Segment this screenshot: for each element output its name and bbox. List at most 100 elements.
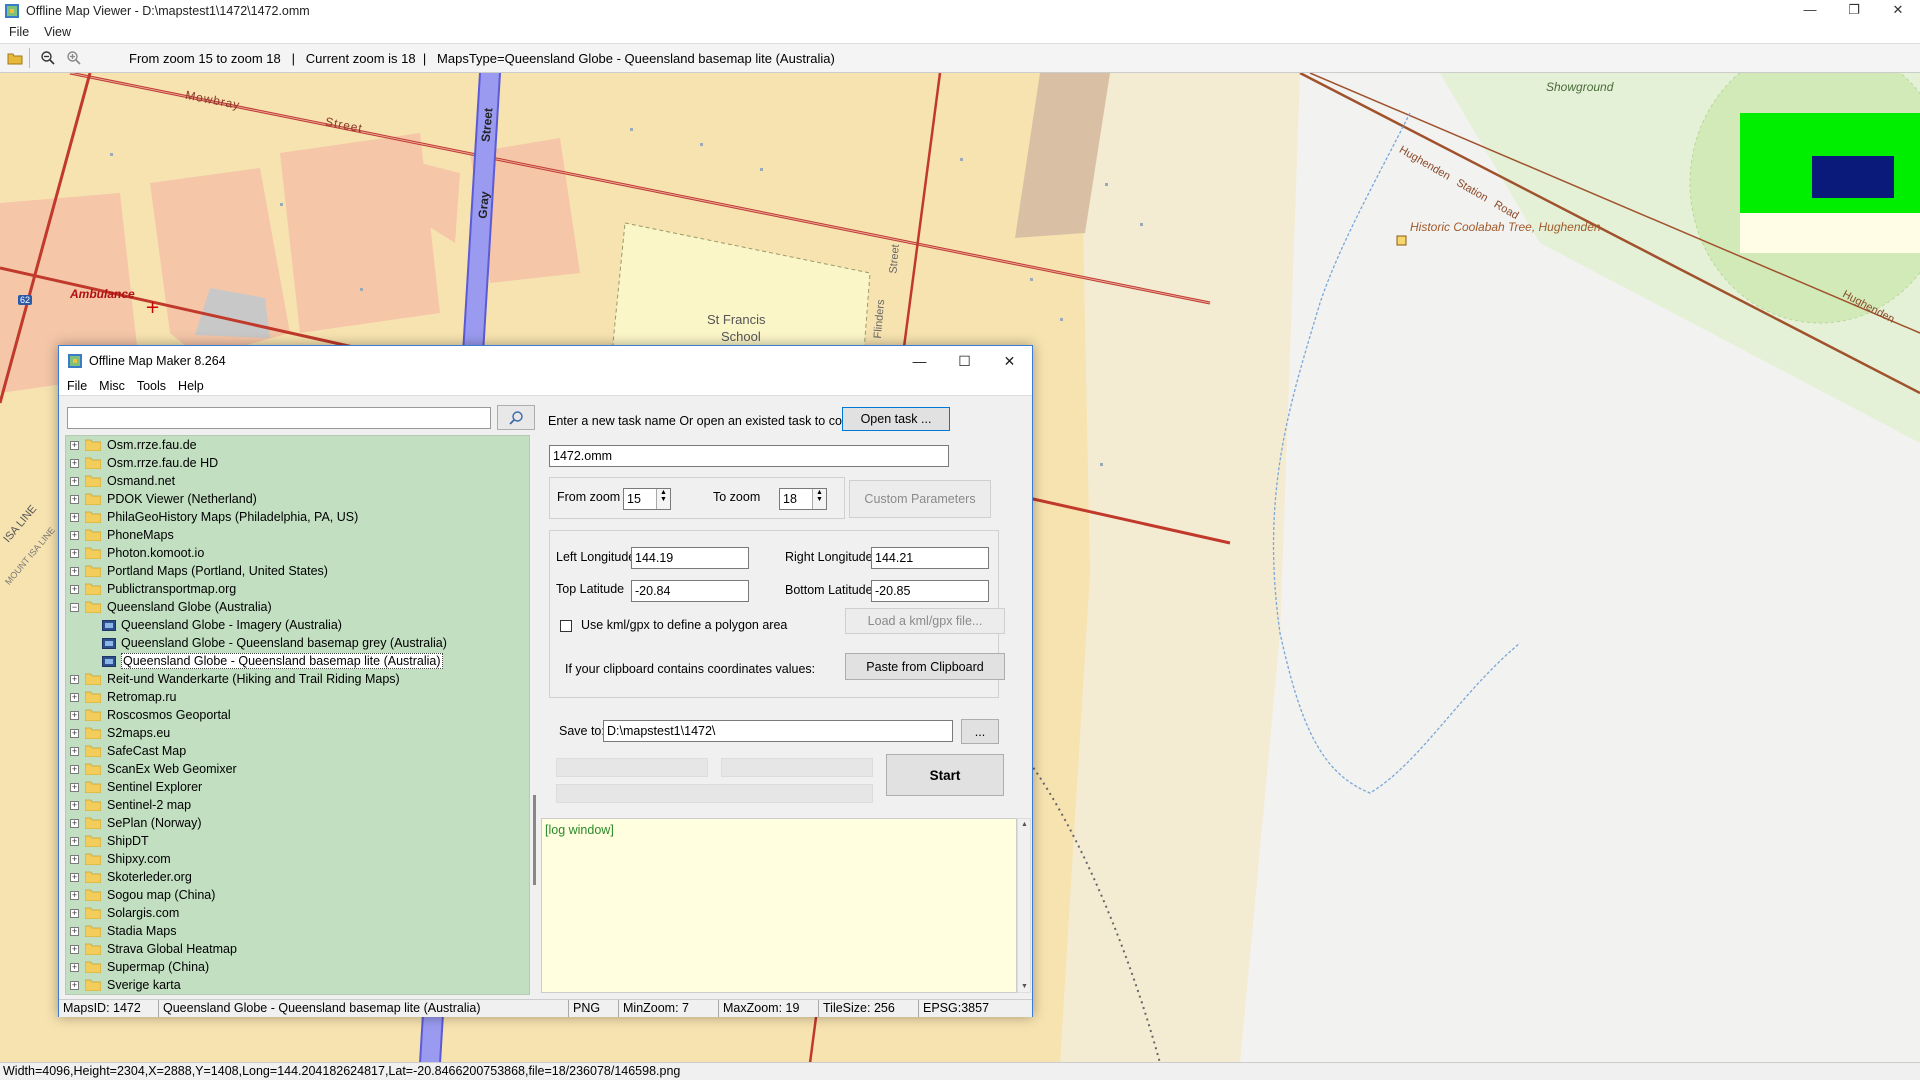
tree-folder-item[interactable]: + Sentinel-2 map — [66, 796, 529, 814]
tree-folder-item[interactable]: + ScanEx Web Geomixer — [66, 760, 529, 778]
from-zoom-spinner[interactable]: 15 ▲ ▼ — [623, 488, 671, 510]
expand-icon[interactable]: + — [70, 494, 79, 504]
expand-icon[interactable]: + — [70, 440, 79, 450]
expand-icon[interactable]: + — [70, 944, 79, 954]
tree-folder-item[interactable]: + Stadia Maps — [66, 922, 529, 940]
menu-file[interactable]: File — [9, 25, 29, 39]
menu-file[interactable]: File — [67, 379, 87, 393]
tree-folder-item[interactable]: + ShipDT — [66, 832, 529, 850]
menu-view[interactable]: View — [44, 25, 71, 39]
tree-scrollbar[interactable] — [532, 435, 538, 995]
spinner-arrows-icon[interactable]: ▲ ▼ — [656, 489, 670, 509]
expand-icon[interactable]: + — [70, 548, 79, 558]
expand-icon[interactable]: + — [70, 458, 79, 468]
tree-folder-item[interactable]: + Retromap.ru — [66, 688, 529, 706]
tree-folder-item[interactable]: + Portland Maps (Portland, United States) — [66, 562, 529, 580]
tree-map-item[interactable]: Queensland Globe - Imagery (Australia) — [66, 616, 529, 634]
map-source-tree[interactable]: + Osm.rrze.fau.de + Osm.rrze.fau.de HD + Osma… — [65, 435, 530, 995]
tree-folder-item[interactable]: + PDOK Viewer (Netherland) — [66, 490, 529, 508]
custom-parameters-button[interactable]: Custom Parameters — [849, 480, 991, 518]
map-label-gray-street-b: Gray — [475, 190, 492, 220]
expand-icon[interactable]: + — [70, 926, 79, 936]
expand-icon[interactable]: + — [70, 872, 79, 882]
expand-icon[interactable]: + — [70, 710, 79, 720]
tree-folder-item[interactable]: + Shipxy.com — [66, 850, 529, 868]
expand-icon[interactable]: + — [70, 962, 79, 972]
expand-icon[interactable]: + — [70, 854, 79, 864]
browse-button[interactable]: ... — [961, 719, 999, 744]
collapse-icon[interactable]: − — [70, 602, 79, 612]
clipboard-label: If your clipboard contains coordinates v… — [565, 662, 816, 676]
log-window[interactable]: [log window] — [541, 818, 1017, 993]
bottom-latitude-input[interactable] — [871, 580, 989, 602]
zoom-out-icon[interactable] — [37, 47, 59, 69]
start-button[interactable]: Start — [886, 754, 1004, 796]
tree-folder-item[interactable]: + PhoneMaps — [66, 526, 529, 544]
tree-map-item[interactable]: Queensland Globe - Queensland basemap li… — [66, 652, 529, 670]
expand-icon[interactable]: + — [70, 800, 79, 810]
expand-icon[interactable]: + — [70, 908, 79, 918]
expand-icon[interactable]: + — [70, 728, 79, 738]
expand-icon[interactable]: + — [70, 818, 79, 828]
tree-folder-item[interactable]: + Sogou map (China) — [66, 886, 529, 904]
expand-icon[interactable]: + — [70, 674, 79, 684]
save-to-input[interactable] — [603, 720, 953, 742]
minimize-icon[interactable]: — — [1788, 0, 1832, 22]
right-longitude-input[interactable] — [871, 547, 989, 569]
tree-folder-item[interactable]: + Supermap (China) — [66, 958, 529, 976]
tree-map-item[interactable]: Queensland Globe - Queensland basemap gr… — [66, 634, 529, 652]
tree-folder-item[interactable]: + Sverige karta — [66, 976, 529, 994]
tree-folder-item[interactable]: + SafeCast Map — [66, 742, 529, 760]
expand-icon[interactable]: + — [70, 584, 79, 594]
tree-folder-item[interactable]: + Photon.komoot.io — [66, 544, 529, 562]
kml-checkbox[interactable] — [560, 620, 572, 632]
expand-icon[interactable]: + — [70, 530, 79, 540]
menu-help[interactable]: Help — [178, 379, 204, 393]
tree-folder-item[interactable]: + PhilaGeoHistory Maps (Philadelphia, PA,… — [66, 508, 529, 526]
restore-icon[interactable]: ❐ — [1832, 0, 1876, 22]
tree-folder-item[interactable]: + Osmand.net — [66, 472, 529, 490]
search-button[interactable] — [497, 405, 535, 430]
tree-folder-item[interactable]: + Sentinel Explorer — [66, 778, 529, 796]
open-task-button[interactable]: Open task ... — [842, 407, 950, 431]
expand-icon[interactable]: + — [70, 692, 79, 702]
expand-icon[interactable]: + — [70, 746, 79, 756]
tree-folder-item[interactable]: + Publictransportmap.org — [66, 580, 529, 598]
zoom-in-icon[interactable] — [63, 47, 85, 69]
tree-folder-item[interactable]: + Osm.rrze.fau.de HD — [66, 454, 529, 472]
tree-folder-item[interactable]: − Queensland Globe (Australia) — [66, 598, 529, 616]
tree-folder-item[interactable]: + Osm.rrze.fau.de — [66, 436, 529, 454]
maximize-icon[interactable]: ☐ — [942, 346, 987, 376]
tree-folder-item[interactable]: + Strava Global Heatmap — [66, 940, 529, 958]
left-longitude-input[interactable] — [631, 547, 749, 569]
load-kml-button[interactable]: Load a kml/gpx file... — [845, 608, 1005, 634]
tree-folder-item[interactable]: + SePlan (Norway) — [66, 814, 529, 832]
tree-folder-item[interactable]: + Skoterleder.org — [66, 868, 529, 886]
expand-icon[interactable]: + — [70, 782, 79, 792]
to-zoom-spinner[interactable]: 18 ▲ ▼ — [779, 488, 827, 510]
expand-icon[interactable]: + — [70, 566, 79, 576]
tree-folder-item[interactable]: + S2maps.eu — [66, 724, 529, 742]
spinner-arrows-icon[interactable]: ▲ ▼ — [812, 489, 826, 509]
log-scrollbar[interactable]: ▲ ▼ — [1017, 818, 1031, 993]
tree-folder-item[interactable]: + Reit-und Wanderkarte (Hiking and Trail … — [66, 670, 529, 688]
paste-clipboard-button[interactable]: Paste from Clipboard — [845, 653, 1005, 680]
minimize-icon[interactable]: — — [897, 346, 942, 376]
tree-folder-item[interactable]: + Roscosmos Geoportal — [66, 706, 529, 724]
expand-icon[interactable]: + — [70, 512, 79, 522]
menu-tools[interactable]: Tools — [137, 379, 166, 393]
task-name-input[interactable] — [549, 445, 949, 467]
status-format: PNG — [569, 1000, 619, 1017]
top-latitude-input[interactable] — [631, 580, 749, 602]
map-search-input[interactable] — [67, 407, 491, 429]
open-folder-icon[interactable] — [4, 47, 26, 69]
expand-icon[interactable]: + — [70, 890, 79, 900]
expand-icon[interactable]: + — [70, 836, 79, 846]
expand-icon[interactable]: + — [70, 764, 79, 774]
menu-misc[interactable]: Misc — [99, 379, 125, 393]
expand-icon[interactable]: + — [70, 980, 79, 990]
tree-folder-item[interactable]: + Solargis.com — [66, 904, 529, 922]
expand-icon[interactable]: + — [70, 476, 79, 486]
close-icon[interactable]: ✕ — [1876, 0, 1920, 22]
close-icon[interactable]: ✕ — [987, 346, 1032, 376]
